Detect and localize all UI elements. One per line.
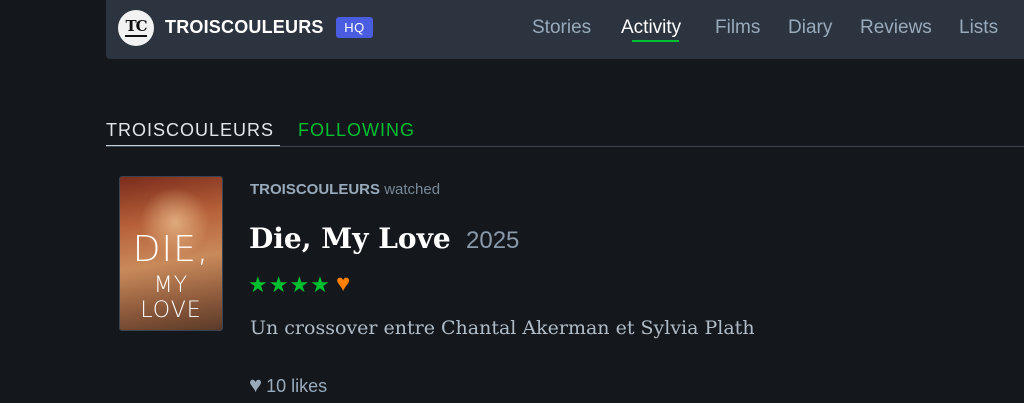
tabs-divider xyxy=(106,146,1024,147)
poster-title-line2: MY LOVE xyxy=(140,273,202,323)
likes-count: 10 likes xyxy=(266,376,328,396)
nav-stories[interactable]: Stories xyxy=(532,17,591,39)
likes-link[interactable]: ♥ 10 likes xyxy=(249,372,327,398)
heart-icon: ♥ xyxy=(336,270,351,297)
activity-username[interactable]: TROISCOULEURS xyxy=(250,181,380,198)
tab-user-activity[interactable]: TROISCOULEURS xyxy=(106,120,274,141)
like-heart-icon[interactable]: ♥ xyxy=(249,372,262,397)
profile-nav: Stories Activity Films Diary Reviews Lis… xyxy=(106,17,1024,41)
nav-films[interactable]: Films xyxy=(715,17,760,39)
film-year[interactable]: 2025 xyxy=(466,227,519,255)
film-title[interactable]: Die, My Love xyxy=(249,222,451,255)
poster-title-line1: DIE, xyxy=(132,229,210,270)
star-rating: ★★★★ xyxy=(248,272,331,297)
nav-diary[interactable]: Diary xyxy=(788,17,832,39)
activity-meta: TROISCOULEURS watched xyxy=(250,181,440,198)
nav-activity[interactable]: Activity xyxy=(621,17,681,39)
nav-reviews[interactable]: Reviews xyxy=(860,17,932,39)
film-poster[interactable]: DIE, MY LOVE xyxy=(119,176,223,331)
nav-lists[interactable]: Lists xyxy=(959,17,998,39)
profile-header: TC TROISCOULEURS HQ Stories Activity Fil… xyxy=(106,0,1024,59)
activity-action: watched xyxy=(384,181,441,198)
active-nav-indicator xyxy=(632,40,679,42)
tab-following[interactable]: FOLLOWING xyxy=(298,120,415,141)
review-text[interactable]: Un crossover entre Chantal Akerman et Sy… xyxy=(250,317,755,339)
